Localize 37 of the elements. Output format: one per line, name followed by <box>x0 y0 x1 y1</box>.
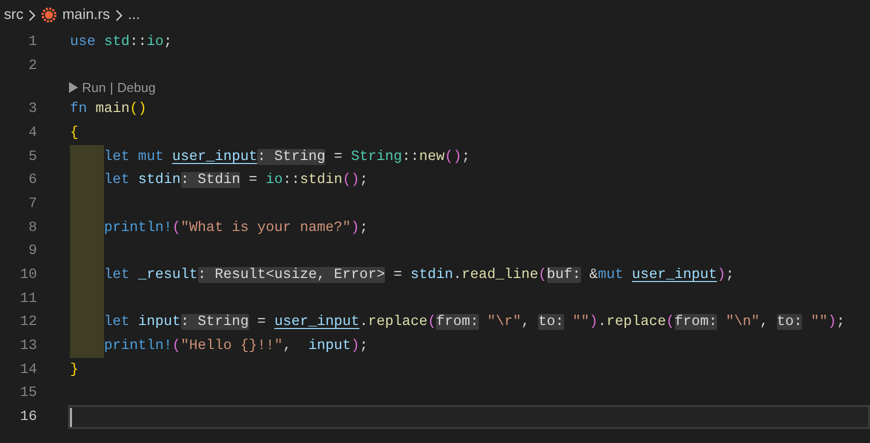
line-number: 13 <box>20 338 37 354</box>
line-number: 15 <box>20 385 37 402</box>
gear-icon <box>41 7 58 23</box>
chevron-icon <box>28 8 36 22</box>
line-number: 5 <box>28 148 37 165</box>
line-number: 14 <box>20 362 37 378</box>
code-line: { <box>70 124 79 141</box>
code-line: let input: String = user_input.replace(from: "\r", to: "").replace(from: "\n", to: ""); <box>104 314 845 330</box>
folder-crumb[interactable]: src <box>4 7 24 23</box>
separator: | <box>110 80 114 95</box>
line-number: 7 <box>28 196 37 212</box>
line-number: 4 <box>28 124 37 141</box>
line-number: 12 <box>20 314 37 330</box>
line-number: 10 <box>20 267 37 284</box>
code-line: fn main() <box>70 101 147 118</box>
line-number: 9 <box>28 243 37 260</box>
code-line: let mut user_input: String = String::new(); <box>104 148 470 165</box>
line-number: 11 <box>20 290 37 307</box>
codelens-link[interactable]: Debug <box>117 80 156 95</box>
play-icon[interactable] <box>69 82 78 93</box>
chevron-icon <box>114 8 123 22</box>
code-line: use std::io; <box>70 34 172 50</box>
line-number: 8 <box>28 220 37 236</box>
code-line: let stdin: Stdin = io::stdin(); <box>104 172 368 188</box>
line-number: 6 <box>28 172 37 188</box>
line-number: 3 <box>28 101 37 118</box>
code-line: let _result: Result<usize, Error> = stdin.read_line(buf: &mut user_input); <box>104 267 734 284</box>
file-crumb[interactable]: main.rs <box>62 7 110 23</box>
line-number: 1 <box>28 34 37 50</box>
code-line: println!("What is your name?"); <box>104 220 368 236</box>
line-number: 16 <box>20 409 37 426</box>
text-cursor <box>70 408 72 427</box>
more-crumb[interactable]: ... <box>128 7 140 23</box>
line-number: 2 <box>28 58 37 74</box>
code-line: } <box>70 362 79 378</box>
code-line: println!("Hello {}!!", input); <box>104 338 368 354</box>
codelens-link[interactable]: Run <box>82 80 106 95</box>
